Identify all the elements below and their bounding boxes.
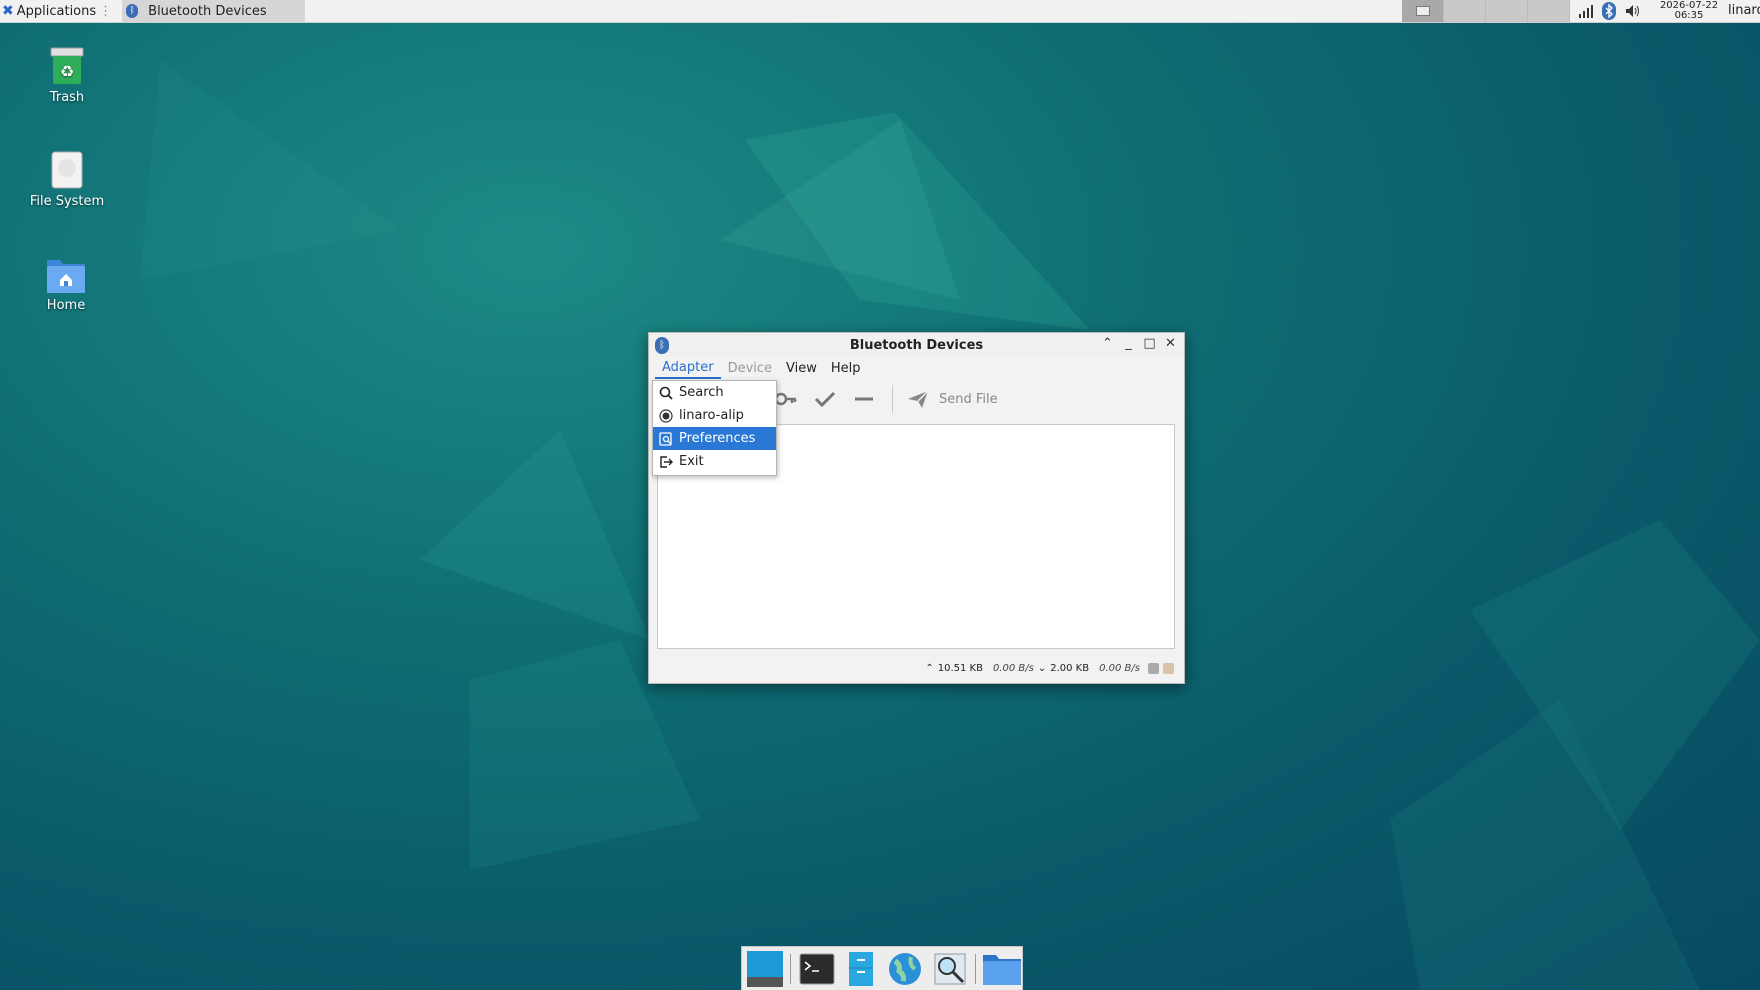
applications-label: Applications — [16, 3, 97, 19]
download-led-icon — [1163, 662, 1174, 674]
download-total: 2.00 KB — [1050, 662, 1090, 674]
upload-arrow-icon: ⌃ — [925, 662, 934, 674]
panel-separator-icon: ⋮ — [99, 3, 113, 19]
bluetooth-app-icon: ᛒ — [655, 337, 669, 354]
radio-icon — [659, 408, 673, 423]
desktop-icon-label: Trash — [49, 90, 85, 105]
workspace-window-preview — [1416, 6, 1430, 16]
download-rate: 0.00 B/s — [1099, 662, 1140, 674]
xfce-logo-icon: ✖ — [2, 3, 14, 19]
menu-device[interactable]: Device — [721, 359, 779, 378]
search-icon — [659, 386, 673, 400]
send-file-label: Send File — [939, 391, 998, 407]
upload-rate: 0.00 B/s — [992, 662, 1034, 674]
dock-show-desktop[interactable] — [746, 949, 784, 989]
menu-adapter[interactable]: Adapter — [655, 358, 721, 379]
dock-separator — [790, 953, 792, 984]
workspace-1[interactable] — [1402, 0, 1444, 22]
globe-icon — [889, 952, 922, 985]
dock-terminal[interactable] — [797, 949, 835, 989]
system-tray — [1578, 0, 1642, 22]
upload-total: 10.51 KB — [937, 662, 983, 674]
preferences-icon — [659, 431, 673, 446]
window-titlebar[interactable]: ᛒ Bluetooth Devices ⌃ _ □ ✕ — [649, 333, 1184, 357]
menu-item-label: Preferences — [679, 431, 756, 446]
show-desktop-icon — [747, 950, 784, 987]
statusbar: ⌃ 10.51 KB 0.00 B/s ⌄ 2.00 KB 0.00 B/s — [649, 653, 1184, 683]
menu-item-label: Search — [679, 385, 724, 400]
svg-text:♻: ♻ — [60, 62, 74, 81]
desktop-icon-label: File System — [29, 194, 105, 209]
dock-home-folder[interactable] — [982, 949, 1022, 989]
menu-item-adapter-linaro-alip[interactable]: linaro-alip — [653, 404, 776, 427]
menubar: Adapter Device View Help — [649, 357, 1184, 379]
clock[interactable]: 2026-07-22 06:35 — [1656, 0, 1722, 21]
taskbar-button-bluetooth[interactable]: ᛒ Bluetooth Devices — [122, 0, 306, 22]
clock-time: 06:35 — [1674, 10, 1704, 21]
adapter-menu-dropdown: Search linaro-alip Preferences Exit — [652, 380, 777, 476]
pair-key-icon[interactable] — [775, 390, 797, 408]
workspace-switcher — [1402, 0, 1570, 22]
download-arrow-icon: ⌄ — [1037, 662, 1047, 674]
desktop-icon-trash[interactable]: ♻ Trash — [17, 46, 117, 105]
workspace-3[interactable] — [1486, 0, 1528, 22]
trash-icon: ♻ — [50, 47, 84, 84]
maximize-button[interactable]: □ — [1142, 335, 1157, 353]
bluetooth-tray-icon[interactable] — [1602, 2, 1616, 20]
upload-led-icon — [1148, 662, 1159, 674]
desktop-icon-home[interactable]: Home — [16, 256, 116, 313]
file-cabinet-icon — [849, 951, 873, 986]
menu-item-search[interactable]: Search — [653, 381, 776, 404]
applications-menu[interactable]: ✖ Applications ⋮ — [0, 0, 116, 22]
dock-separator — [975, 953, 977, 984]
dock-search[interactable] — [931, 949, 969, 989]
bluetooth-icon: ᛒ — [126, 4, 139, 18]
menu-help[interactable]: Help — [824, 359, 868, 378]
workspace-4[interactable] — [1528, 0, 1570, 22]
toolbar-separator — [892, 385, 893, 413]
volume-icon[interactable] — [1624, 3, 1642, 19]
terminal-icon — [799, 953, 835, 984]
drive-icon — [51, 151, 83, 189]
send-paper-plane-icon — [908, 390, 929, 408]
user-menu[interactable]: linaro — [1728, 3, 1760, 18]
taskbar-button-label: Bluetooth Devices — [148, 3, 267, 19]
exit-icon — [659, 455, 673, 469]
menu-view[interactable]: View — [779, 359, 824, 378]
trust-check-icon[interactable] — [814, 390, 836, 408]
folder-icon — [983, 954, 1022, 985]
minimize-button[interactable]: _ — [1121, 335, 1136, 353]
workspace-2[interactable] — [1444, 0, 1486, 22]
menu-item-label: Exit — [679, 454, 704, 469]
shade-button[interactable]: ⌃ — [1100, 335, 1115, 353]
network-signal-icon[interactable] — [1578, 3, 1594, 19]
home-folder-icon — [47, 260, 85, 293]
menu-item-preferences[interactable]: Preferences — [653, 427, 776, 450]
menu-item-label: linaro-alip — [679, 408, 744, 423]
send-file-button[interactable]: Send File — [907, 389, 998, 409]
remove-minus-icon[interactable] — [853, 390, 875, 408]
desktop-icon-label: Home — [46, 298, 86, 313]
dock-web-browser[interactable] — [886, 949, 924, 989]
magnifier-icon — [934, 953, 966, 984]
desktop-icon-file-system[interactable]: File System — [17, 150, 117, 209]
dock-panel — [741, 946, 1023, 990]
menu-item-exit[interactable]: Exit — [653, 450, 776, 473]
dock-file-manager-drawer[interactable] — [842, 949, 880, 989]
close-button[interactable]: ✕ — [1163, 335, 1178, 353]
top-panel: ✖ Applications ⋮ ᛒ Bluetooth Devices 202… — [0, 0, 1760, 23]
